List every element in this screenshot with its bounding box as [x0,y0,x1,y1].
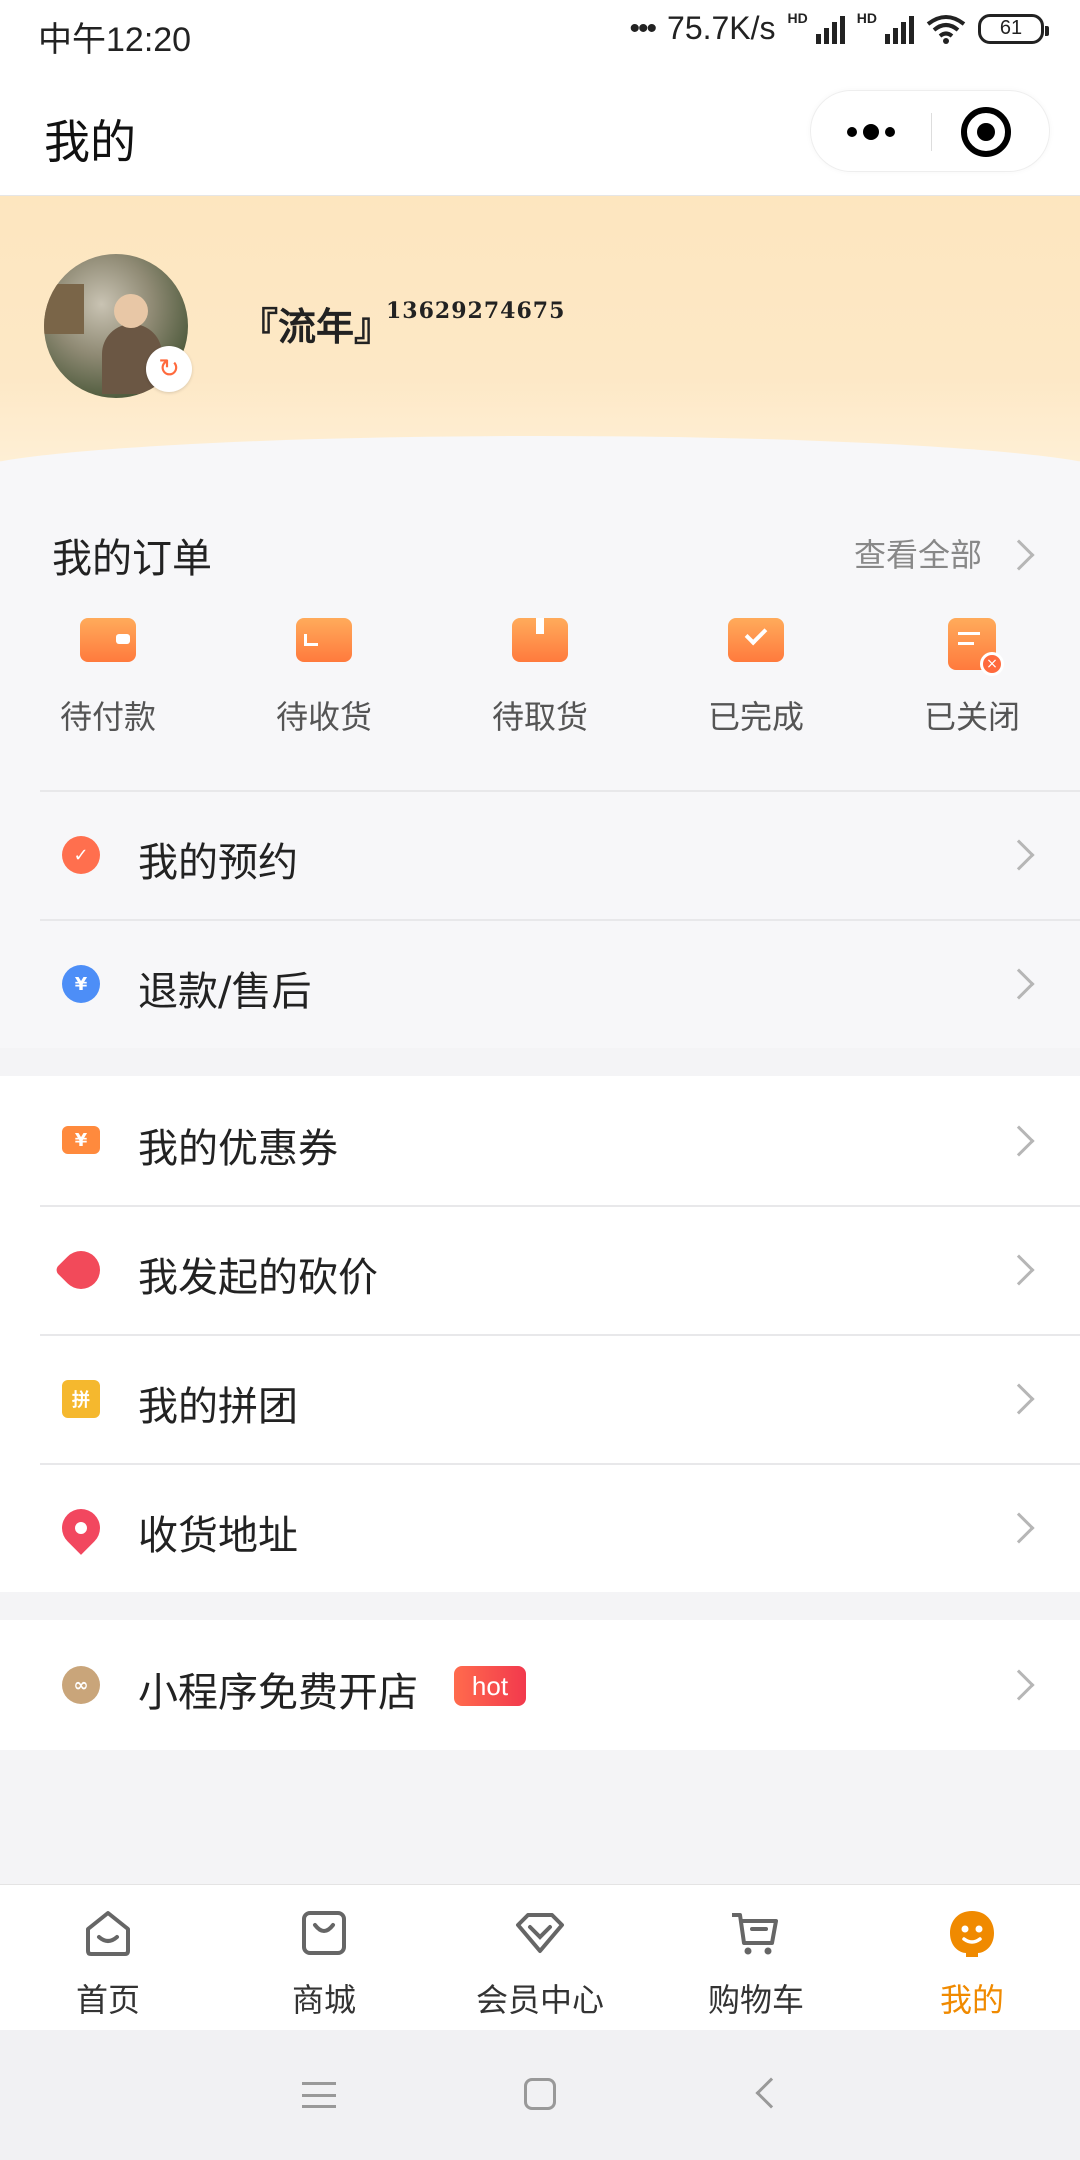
hd-label-2: HD [856,10,877,26]
status-time: 中午12:20 [38,21,192,59]
chevron-right-icon [1003,1669,1035,1701]
chevron-right-icon[interactable] [1003,539,1035,571]
menu-label: 我的预约 [138,840,298,886]
battery-level: 61 [999,17,1023,39]
orders-title: 我的订单 [52,536,212,582]
tab-cart[interactable]: 购物车 [648,1885,864,2030]
order-label: 待取货 [491,698,588,736]
orders-section: 我的订单 查看全部 待付款 待收货 待取货 已完成 × 已关闭 [0,496,1080,790]
chevron-right-icon [1003,839,1035,871]
order-label: 待收货 [275,698,372,736]
more-dots-icon[interactable] [811,91,931,173]
tab-bar: 首页 商城 会员中心 购物车 我的 [0,1884,1080,2030]
menu-row-refund[interactable]: ¥ 退款/售后 [0,919,1080,1048]
tab-mall[interactable]: 商城 [216,1885,432,2030]
refresh-icon[interactable]: ↻ [146,346,192,392]
menu-label: 收货地址 [138,1513,298,1559]
menu-row-group-buy[interactable]: 拼 我的拼团 [0,1334,1080,1463]
group-buy-icon: 拼 [62,1380,100,1418]
view-all-orders-link[interactable]: 查看全部 [854,530,982,576]
check-circle-icon: ✓ [62,836,100,874]
status-dots-icon: ••• [629,11,657,45]
network-speed: 75.7K/s [667,10,776,46]
chevron-right-icon [1003,968,1035,1000]
signal-icon [815,14,845,44]
yuan-refund-icon: ¥ [62,965,100,1003]
chevron-right-icon [1003,1512,1035,1544]
link-icon: ∞ [62,1666,100,1704]
home-icon [86,1911,130,1956]
header-wave [0,436,1080,496]
menu-label: 我的拼团 [138,1384,298,1430]
wallet-icon [80,618,136,662]
page: 中午12:20 ••• 75.7K/s HD HD 61 我的 ↻ 『流年』 1… [0,0,1080,2160]
tab-label: 我的 [939,1981,1004,2019]
clipboard-check-icon [728,618,784,662]
capsule-divider [931,113,932,151]
menu-row-appointments[interactable]: ✓ 我的预约 [0,790,1080,919]
page-title: 我的 [44,115,136,169]
back-icon[interactable] [755,2077,787,2109]
tab-label: 首页 [75,1981,140,2019]
shopping-bag-icon [302,1911,346,1955]
phone-number: 13629274675 [386,298,566,324]
order-label: 已完成 [707,698,804,736]
menu-label: 我发起的砍价 [138,1255,378,1301]
tab-member-center[interactable]: 会员中心 [432,1885,648,2030]
coupon-icon: ¥ [62,1126,100,1154]
menu-label: 退款/售后 [138,969,312,1015]
order-pending-pickup[interactable]: 待取货 [460,618,620,738]
nav-bar: 我的 [0,66,1080,196]
menu-row-coupons[interactable]: ¥ 我的优惠券 [0,1076,1080,1205]
battery-icon: 61 [978,13,1049,44]
tab-label: 购物车 [707,1981,804,2019]
system-nav-bar [0,2030,1080,2160]
home-button-icon[interactable] [524,2078,556,2110]
chevron-right-icon [1003,1125,1035,1157]
order-label: 待付款 [59,698,156,736]
location-pin-icon [54,1501,108,1555]
menu-group-open-store: ∞ 小程序免费开店 hot [0,1620,1080,1750]
order-pending-receipt[interactable]: 待收货 [244,618,404,738]
document-close-icon: × [948,618,1004,676]
order-pending-payment[interactable]: 待付款 [28,618,188,738]
signal-icon-2 [885,14,914,44]
box-icon [512,618,568,662]
status-right: ••• 75.7K/s HD HD 61 [629,10,1049,47]
wifi-icon [926,14,966,44]
menu-group-promotions: ¥ 我的优惠券 我发起的砍价 拼 我的拼团 收货地址 [0,1076,1080,1592]
hd-label: HD [787,10,808,26]
cart-icon [732,1913,778,1955]
menu-group-orders: ✓ 我的预约 ¥ 退款/售后 [0,790,1080,1048]
profile-header: ↻ 『流年』 13629274675 [0,196,1080,496]
price-tag-icon [54,1243,108,1297]
menu-label: 小程序免费开店 [138,1670,418,1716]
menu-row-address[interactable]: 收货地址 [0,1463,1080,1592]
mini-program-capsule [810,90,1050,172]
tab-label: 商城 [291,1981,356,2019]
nickname: 『流年』 [240,305,393,349]
recent-apps-icon[interactable] [302,2082,336,2108]
menu-row-bargain[interactable]: 我发起的砍价 [0,1205,1080,1334]
menu-row-open-store[interactable]: ∞ 小程序免费开店 hot [0,1620,1080,1749]
order-completed[interactable]: 已完成 [676,618,836,738]
user-face-icon [950,1911,994,1957]
chevron-right-icon [1003,1254,1035,1286]
tab-label: 会员中心 [475,1981,604,2019]
order-label: 已关闭 [923,698,1020,736]
diamond-icon [516,1913,564,1953]
tab-home[interactable]: 首页 [0,1885,216,2030]
menu-label: 我的优惠券 [138,1126,338,1172]
tab-mine[interactable]: 我的 [864,1885,1080,2030]
target-circle-icon[interactable] [961,107,1011,157]
truck-icon [296,618,352,662]
order-closed[interactable]: × 已关闭 [892,618,1052,738]
status-bar: 中午12:20 ••• 75.7K/s HD HD 61 [0,0,1080,66]
hot-badge: hot [454,1666,526,1706]
chevron-right-icon [1003,1383,1035,1415]
